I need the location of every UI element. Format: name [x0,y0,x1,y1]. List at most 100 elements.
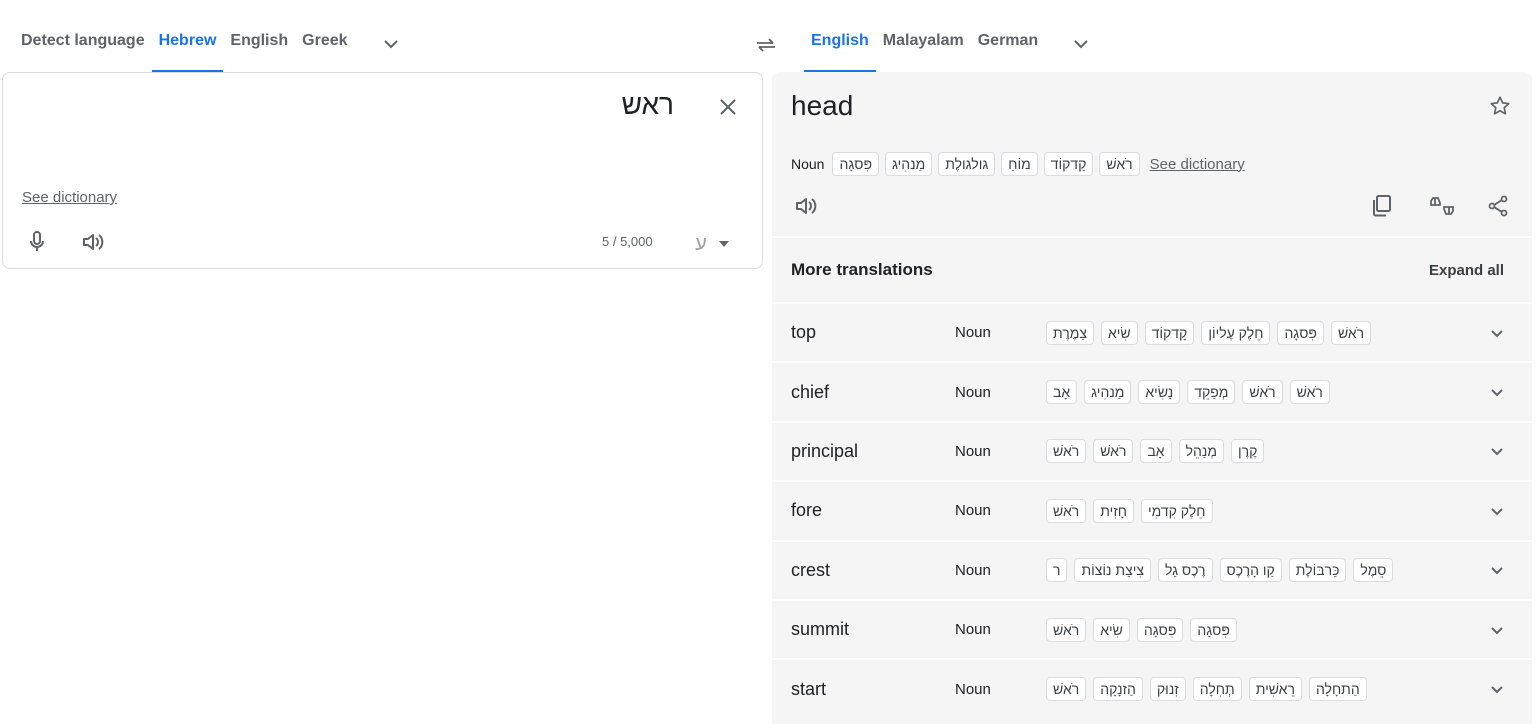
reverse-translation-chip[interactable]: רֵאשִׁית [1248,677,1302,702]
reverse-translations: רֹאשׁ רֹאשׁ מְפַקֵד נָשִׂיא מַנהִיג אָב [1046,380,1466,405]
reverse-translation-chip[interactable]: אָב [1046,380,1078,405]
reverse-translation-chip[interactable]: חֵלֶק קִדמִי [1141,498,1213,523]
reverse-translation-chip[interactable]: רֹאשׁ [1046,617,1087,642]
reverse-translation-chip[interactable]: פִּסגָה [1277,320,1324,345]
target-see-dictionary-link[interactable]: See dictionary [1150,156,1245,173]
reverse-translation-chip[interactable]: קֶרֶן [1230,439,1265,464]
reverse-translation-chip[interactable]: רֹאשׁ [1242,380,1283,405]
translation-row-crest[interactable]: crest Noun סֵמֶל כַּרבּוֹלֶת קַו הָרֶכֶס רֶכֶ… [772,539,1532,599]
alternative-chip[interactable]: מוֹחַ [1001,152,1038,176]
translation-row-summit[interactable]: summit Noun פִּסגָה פִּסגָה שִׂיא רֹאשׁ [772,598,1532,658]
translation-word: principal [791,440,859,461]
chevron-down-icon [1491,508,1503,516]
reverse-translation-chip[interactable]: ר [1046,558,1068,583]
expand-row-button[interactable] [1490,623,1504,637]
reverse-translation-chip[interactable]: כַּרבּוֹלֶת [1288,558,1347,583]
source-lang-dropdown-button[interactable] [373,26,409,62]
alternative-chip[interactable]: מַנהִיג [884,152,933,176]
reverse-translation-chip[interactable]: רֹאשׁ [1046,498,1087,523]
translation-word: start [791,678,827,699]
source-see-dictionary-link[interactable]: See dictionary [22,189,117,206]
reverse-translation-chip[interactable]: צִיצַת נוֹצוֹת [1074,558,1151,583]
swap-arrows-icon [757,38,775,52]
voice-input-button[interactable] [19,224,55,260]
reverse-translation-chip[interactable]: סֵמֶל [1353,558,1394,583]
chevron-down-icon [1074,40,1088,49]
listen-source-button[interactable] [75,224,111,260]
share-icon [1488,195,1508,217]
translation-row-chief[interactable]: chief Noun רֹאשׁ רֹאשׁ מְפַקֵד נָשִׂיא מַנהִיג… [772,361,1532,420]
copy-translation-button[interactable] [1364,188,1400,224]
reverse-translation-chip[interactable]: קָדקוֹד [1144,320,1195,345]
expand-row-button[interactable] [1490,326,1504,340]
listen-translation-button[interactable] [788,188,824,224]
input-tools-button[interactable]: ע [683,227,741,261]
source-lang-tab-greek[interactable]: Greek [295,24,354,72]
reverse-translation-chip[interactable]: חָזִית [1093,498,1134,523]
alternative-chip[interactable]: קָדקוֹד [1043,152,1094,176]
reverse-translation-chip[interactable]: רֹאשׁ [1093,439,1134,464]
reverse-translation-chip[interactable]: תְחִלָה [1192,677,1242,702]
reverse-translation-chip[interactable]: שִׂיא [1100,320,1138,345]
source-lang-tab-detect[interactable]: Detect language [14,24,152,72]
translation-row-top[interactable]: top Noun רֹאשׁ פִּסגָה חֵלֶק עֶליוֹן קָדקוֹד ש… [772,302,1532,361]
source-language-bar: Detect language Hebrew English Greek [14,24,774,72]
translation-rows: top Noun רֹאשׁ פִּסגָה חֵלֶק עֶליוֹן קָדקוֹד ש… [772,302,1532,718]
reverse-translation-chip[interactable]: מְנַהֵל [1178,439,1224,464]
swap-languages-button[interactable] [750,30,782,58]
part-of-speech: Noun [955,383,991,401]
target-lang-tab-malayalam[interactable]: Malayalam [876,24,971,72]
save-translation-button[interactable] [1482,88,1518,124]
copy-icon [1373,195,1391,217]
part-of-speech: Noun [791,156,825,172]
reverse-translation-chip[interactable]: רֹאשׁ [1046,677,1087,702]
expand-row-button[interactable] [1490,563,1504,577]
target-lang-tab-english[interactable]: English [804,24,876,72]
rate-translation-button[interactable] [1424,188,1460,224]
reverse-translation-chip[interactable]: נָשִׂיא [1138,380,1181,405]
expand-all-button[interactable]: Expand all [1429,262,1504,279]
reverse-translation-chip[interactable]: מַנהִיג [1084,380,1132,405]
translation-row-principal[interactable]: principal Noun קֶרֶן מְנַהֵל אָב רֹאשׁ רֹאשׁ [772,420,1532,480]
target-lang-dropdown-button[interactable] [1063,26,1099,62]
alternative-chip[interactable]: רֹאשׁ [1099,152,1140,176]
part-of-speech: Noun [955,502,991,520]
expand-row-button[interactable] [1490,682,1504,696]
part-of-speech: Noun [955,324,991,342]
part-of-speech: Noun [955,442,991,460]
reverse-translation-chip[interactable]: רֹאשׁ [1046,439,1087,464]
clear-source-button[interactable] [710,89,746,125]
source-text-input[interactable]: ראש [622,89,674,121]
reverse-translation-chip[interactable]: רֶכֶס גַל [1157,558,1213,583]
expand-row-button[interactable] [1490,504,1504,518]
reverse-translation-chip[interactable]: הַזנָקָה [1093,677,1143,702]
source-lang-tab-hebrew[interactable]: Hebrew [151,24,224,72]
expand-row-button[interactable] [1490,385,1504,399]
reverse-translation-chip[interactable]: מְפַקֵד [1187,380,1236,405]
target-lang-tab-german[interactable]: German [971,24,1045,72]
reverse-translation-chip[interactable]: רֹאשׁ [1289,380,1330,405]
reverse-translation-chip[interactable]: אָב [1140,439,1172,464]
reverse-translation-chip[interactable]: זִנוּק [1149,677,1186,702]
translation-row-fore[interactable]: fore Noun חֵלֶק קִדמִי חָזִית רֹאשׁ [772,480,1532,539]
translation-word: top [791,322,817,343]
reverse-translation-chip[interactable]: פִּסגָה [1190,617,1237,642]
source-lang-tab-english[interactable]: English [223,24,295,72]
reverse-translation-chip[interactable]: הַתחָלָה [1308,677,1367,702]
translation-word: fore [791,500,823,521]
reverse-translation-chip[interactable]: רֹאשׁ [1330,320,1372,345]
translation-row-start[interactable]: start Noun הַתחָלָה רֵאשִׁית תְחִלָה זִנוּק הַ… [772,658,1532,717]
translation-word: chief [791,381,830,402]
keyboard-glyph: ע [695,232,707,255]
reverse-translation-chip[interactable]: פִּסגָה [1136,617,1184,642]
expand-row-button[interactable] [1490,444,1504,458]
reverse-translation-chip[interactable]: קַו הָרֶכֶס [1219,558,1282,583]
chevron-down-icon [1491,389,1503,397]
chevron-down-icon [1491,329,1503,338]
alternative-chip[interactable]: גולגולֶת [938,152,996,176]
reverse-translation-chip[interactable]: חֵלֶק עֶליוֹן [1201,320,1271,345]
alternative-chip[interactable]: פִּסגָה [832,152,879,176]
share-translation-button[interactable] [1480,188,1516,224]
reverse-translation-chip[interactable]: שִׂיא [1093,617,1130,642]
reverse-translation-chip[interactable]: צַמֶרֶת [1046,320,1094,345]
